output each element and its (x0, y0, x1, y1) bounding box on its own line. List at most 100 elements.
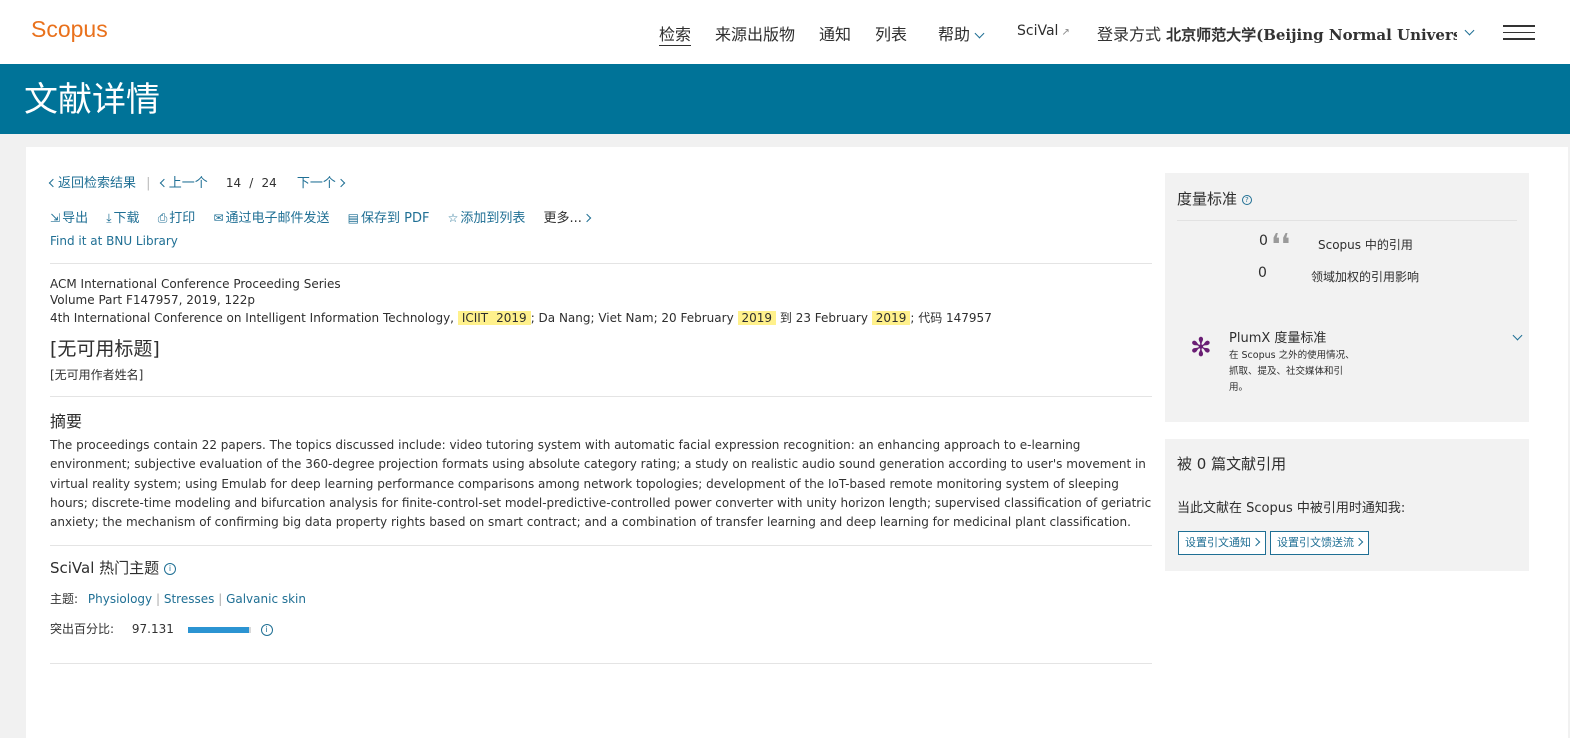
divider (50, 663, 1152, 664)
topic-link-galvanic-skin[interactable]: Galvanic skin (226, 592, 306, 606)
total-count: 24 (261, 176, 277, 190)
page-header: 文献详情 (0, 64, 1570, 134)
login-prefix: 登录方式 (1097, 25, 1162, 44)
conference-info: 4th International Conference on Intellig… (50, 309, 992, 326)
plumx-description: 在 Scopus 之外的使用情况、抓取、提及、社交媒体和引用。 (1229, 350, 1355, 393)
conference-name: 4th International Conference on Intellig… (50, 311, 454, 325)
save-pdf-label: 保存到 PDF (361, 211, 430, 226)
metrics-card: 度量标准 ? 0 ❛❛ Scopus 中的引用 0 领域加权的引用影响 ✻ Pl… (1165, 173, 1529, 422)
plumx-title[interactable]: PlumX 度量标准 (1229, 327, 1326, 346)
highlight-term: 2019 (737, 311, 777, 325)
download-button[interactable]: ⤓ 下载 (106, 211, 139, 226)
citations-count[interactable]: 0 (1259, 233, 1268, 249)
menu-icon[interactable] (1503, 25, 1535, 40)
print-icon: ⎙ (157, 211, 168, 225)
abstract-heading: 摘要 (50, 412, 83, 431)
export-icon: ⇲ (50, 211, 61, 225)
set-citation-feed-label: 设置引文馈送流 (1277, 536, 1354, 549)
conference-code: ; 代码 147957 (910, 311, 992, 325)
document-title: [无可用标题] (50, 338, 160, 360)
more-label: 更多... (543, 211, 582, 226)
set-citation-alert-label: 设置引文通知 (1185, 536, 1251, 549)
scival-heading-label: SciVal 热门主题 (50, 559, 160, 577)
conference-end: 到 23 February (779, 311, 868, 325)
chevron-right-icon (1354, 537, 1364, 547)
previous-link[interactable]: 上一个 (159, 176, 208, 191)
export-label: 导出 (62, 211, 89, 226)
next-label: 下一个 (296, 176, 336, 191)
source-series[interactable]: ACM International Conference Proceeding … (50, 277, 341, 291)
nav-sources[interactable]: 来源出版物 (715, 21, 795, 45)
login-institution: 北京师范大学(Beijing Normal Universi (1166, 26, 1457, 44)
cited-by-heading: 被 0 篇文献引用 (1177, 455, 1287, 473)
prominence-row: 突出百分比: 97.131 i (50, 620, 273, 637)
metrics-heading: 度量标准 ? (1177, 188, 1252, 209)
highlight-term: ICIIT (457, 311, 493, 325)
document-toolbar: ⇲ 导出 ⤓ 下载 ⎙ 打印 ✉ 通过电子邮件发送 ▤ 保存到 PDF ☆ 添加到列表 更多… (50, 207, 592, 226)
topic-link-stresses[interactable]: Stresses (164, 592, 215, 606)
metrics-heading-label: 度量标准 (1177, 190, 1238, 208)
index-slash: / (249, 176, 254, 190)
help-icon[interactable]: ? (1241, 194, 1252, 205)
prominence-bar (187, 626, 251, 633)
conference-location: ; Da Nang; Viet Nam; 20 February (530, 311, 734, 325)
prominence-label: 突出百分比: (50, 622, 115, 636)
results-navigation: 返回检索结果 | 上一个 14 / 24 下一个 (48, 172, 346, 191)
external-link-icon: ↗ (1061, 27, 1070, 38)
set-citation-alert-button[interactable]: 设置引文通知 (1178, 531, 1266, 555)
find-at-library-link[interactable]: Find it at BNU Library (50, 234, 178, 248)
cited-by-description: 当此文献在 Scopus 中被引用时通知我: (1177, 501, 1406, 516)
star-icon: ☆ (447, 211, 459, 225)
page-title: 文献详情 (24, 80, 160, 120)
next-link[interactable]: 下一个 (296, 176, 346, 191)
info-icon[interactable]: i (260, 623, 273, 636)
fwci-value[interactable]: 0 (1258, 265, 1267, 281)
nav-alerts[interactable]: 通知 (819, 21, 851, 45)
scopus-logo[interactable]: Scopus (31, 16, 108, 43)
document-authors: [无可用作者姓名] (50, 368, 144, 382)
more-button[interactable]: 更多... (543, 211, 592, 226)
back-to-results-link[interactable]: 返回检索结果 (48, 176, 137, 191)
chevron-down-icon[interactable] (1512, 330, 1523, 341)
chevron-down-icon (974, 28, 985, 39)
set-citation-feed-button[interactable]: 设置引文馈送流 (1270, 531, 1369, 555)
nav-scival[interactable]: SciVal ↗ (1017, 23, 1070, 39)
prominence-value: 97.131 (131, 622, 174, 636)
pdf-icon: ▤ (347, 211, 360, 225)
divider (50, 545, 1152, 546)
divider (50, 396, 1152, 397)
source-volume: Volume Part F147957, 2019, 122p (50, 293, 255, 307)
current-index: 14 (225, 176, 242, 190)
info-icon[interactable]: i (163, 562, 176, 575)
abstract-text: The proceedings contain 22 papers. The t… (50, 438, 1152, 530)
chevron-right-icon (1251, 537, 1261, 547)
chevron-right-icon (336, 178, 346, 188)
add-to-list-button[interactable]: ☆ 添加到列表 (448, 211, 526, 226)
export-button[interactable]: ⇲ 导出 (50, 211, 88, 226)
divider (50, 263, 1152, 264)
previous-label: 上一个 (168, 176, 208, 191)
topic-link-physiology[interactable]: Physiology (88, 592, 152, 606)
divider: | (155, 592, 161, 606)
chevron-right-icon (582, 213, 592, 223)
add-to-list-label: 添加到列表 (460, 211, 526, 226)
save-pdf-button[interactable]: ▤ 保存到 PDF (348, 211, 430, 226)
top-navigation: Scopus 检索 来源出版物 通知 列表 帮助 SciVal ↗ 登录方式 北京… (0, 0, 1570, 64)
quote-icon: ❛❛ (1271, 228, 1291, 263)
back-to-results-label: 返回检索结果 (58, 176, 137, 191)
scival-heading: SciVal 热门主题 i (50, 557, 176, 578)
nav-lists[interactable]: 列表 (875, 21, 907, 45)
cited-by-card: 被 0 篇文献引用 当此文献在 Scopus 中被引用时通知我: 设置引文通知 … (1165, 439, 1529, 571)
divider (1177, 220, 1517, 221)
download-icon: ⤓ (106, 211, 112, 225)
topic-label: 主题: (50, 592, 79, 606)
print-label: 打印 (169, 211, 196, 226)
login-info[interactable]: 登录方式 北京师范大学(Beijing Normal Universi (1097, 21, 1457, 45)
email-button[interactable]: ✉ 通过电子邮件发送 (213, 211, 329, 226)
nav-search[interactable]: 检索 (659, 21, 692, 46)
download-label: 下载 (113, 211, 140, 226)
chevron-down-icon[interactable] (1464, 25, 1475, 36)
divider: | (146, 176, 151, 191)
nav-help[interactable]: 帮助 (938, 21, 985, 45)
print-button[interactable]: ⎙ 打印 (158, 211, 196, 226)
